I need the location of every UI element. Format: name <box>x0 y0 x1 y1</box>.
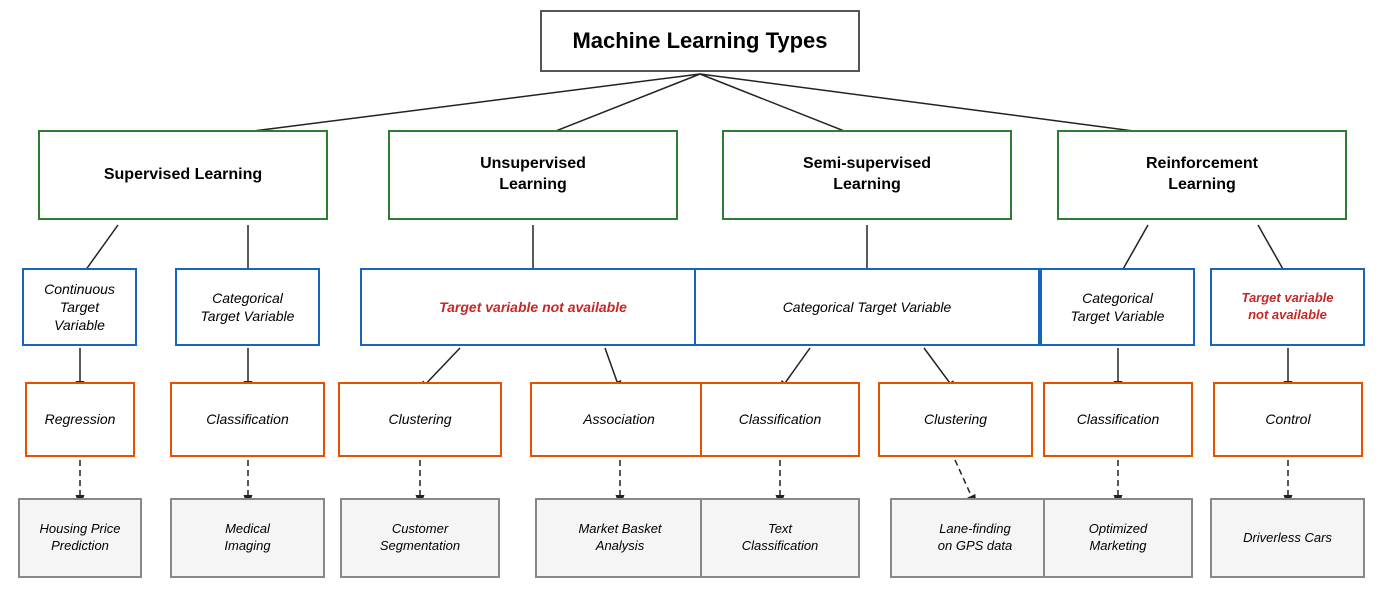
control-label: Control <box>1265 410 1310 428</box>
clustering-semi-label: Clustering <box>924 410 987 428</box>
medical-label: MedicalImaging <box>224 521 270 555</box>
customer-node: CustomerSegmentation <box>340 498 500 578</box>
driverless-node: Driverless Cars <box>1210 498 1365 578</box>
driverless-label: Driverless Cars <box>1243 530 1332 547</box>
control-node: Control <box>1213 382 1363 457</box>
semi-label: Semi-supervisedLearning <box>803 154 931 196</box>
unsupervised-label: UnsupervisedLearning <box>480 154 586 196</box>
clustering-unsup-node: Clustering <box>338 382 502 457</box>
semi-node: Semi-supervisedLearning <box>722 130 1012 220</box>
clustering-semi-node: Clustering <box>878 382 1033 457</box>
categorical-semi-label: Categorical Target Variable <box>783 298 952 316</box>
target-not-avail-node: Target variable not available <box>360 268 706 346</box>
market-node: Market BasketAnalysis <box>535 498 705 578</box>
association-node: Association <box>530 382 708 457</box>
reinforcement-node: ReinforcementLearning <box>1057 130 1347 220</box>
housing-label: Housing PricePrediction <box>40 521 121 555</box>
categorical-rein-label: CategoricalTarget Variable <box>1071 289 1165 325</box>
continuous-node: ContinuousTarget Variable <box>22 268 137 346</box>
text-class-node: TextClassification <box>700 498 860 578</box>
classification-semi-label: Classification <box>739 410 821 428</box>
supervised-label: Supervised Learning <box>104 165 262 186</box>
association-label: Association <box>583 410 655 428</box>
categorical-sup-node: CategoricalTarget Variable <box>175 268 320 346</box>
medical-node: MedicalImaging <box>170 498 325 578</box>
text-class-label: TextClassification <box>742 521 819 555</box>
unsupervised-node: UnsupervisedLearning <box>388 130 678 220</box>
classification-rein-label: Classification <box>1077 410 1159 428</box>
supervised-node: Supervised Learning <box>38 130 328 220</box>
categorical-semi-node: Categorical Target Variable <box>694 268 1040 346</box>
regression-label: Regression <box>45 410 116 428</box>
classification-sup-node: Classification <box>170 382 325 457</box>
diagram: Machine Learning Types Supervised Learni… <box>0 0 1400 611</box>
lane-label: Lane-findingon GPS data <box>938 521 1012 555</box>
continuous-label: ContinuousTarget Variable <box>34 280 125 335</box>
market-label: Market BasketAnalysis <box>578 521 661 555</box>
housing-node: Housing PricePrediction <box>18 498 142 578</box>
classification-rein-node: Classification <box>1043 382 1193 457</box>
root-node: Machine Learning Types <box>540 10 860 72</box>
regression-node: Regression <box>25 382 135 457</box>
reinforcement-label: ReinforcementLearning <box>1146 154 1258 196</box>
optimized-node: OptimizedMarketing <box>1043 498 1193 578</box>
root-label: Machine Learning Types <box>572 27 827 56</box>
classification-sup-label: Classification <box>206 410 288 428</box>
target-not-avail2-node: Target variablenot available <box>1210 268 1365 346</box>
lane-node: Lane-findingon GPS data <box>890 498 1060 578</box>
categorical-rein-node: CategoricalTarget Variable <box>1040 268 1195 346</box>
customer-label: CustomerSegmentation <box>380 521 460 555</box>
target-not-avail-label: Target variable not available <box>439 298 627 316</box>
optimized-label: OptimizedMarketing <box>1089 521 1148 555</box>
categorical-sup-label: CategoricalTarget Variable <box>201 289 295 325</box>
target-not-avail2-label: Target variablenot available <box>1241 290 1333 324</box>
clustering-unsup-label: Clustering <box>388 410 451 428</box>
classification-semi-node: Classification <box>700 382 860 457</box>
